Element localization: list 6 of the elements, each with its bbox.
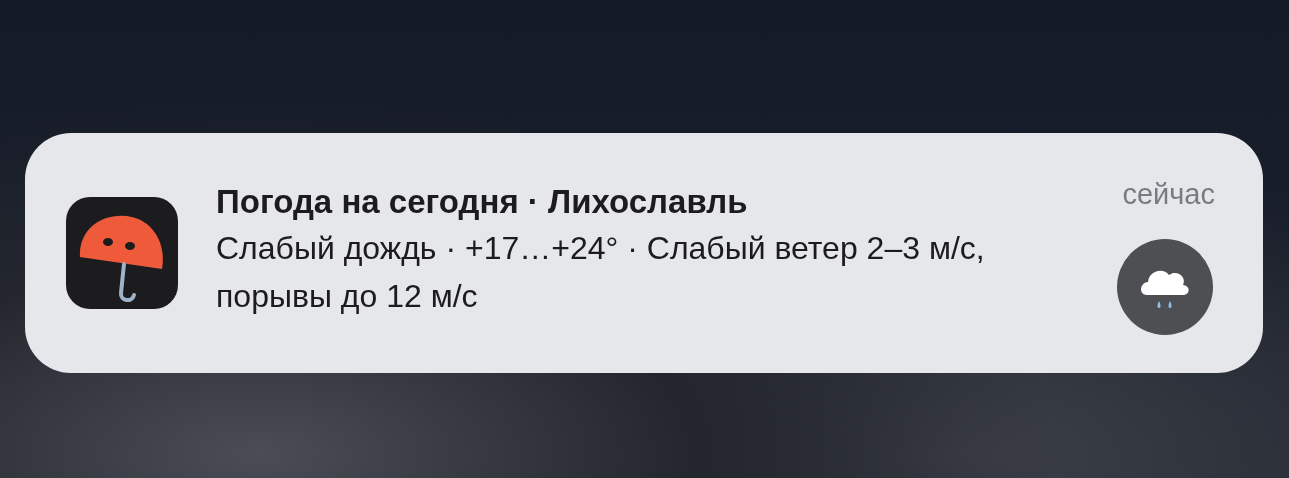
notification-body: Слабый дождь · +17…+24° · Слабый ветер 2–3 м/с, порывы до 12 м/с [216,229,986,316]
notification-title: Погода на сегодня · Лихославль [216,182,749,222]
rain-cloud-icon [1117,239,1213,335]
umbrella-app-icon [66,197,178,309]
notification-time: сейчас [1122,177,1215,211]
notification-card[interactable]: Погода на сегодня · Лихославль Слабый дождь · +17…+24° · Слабый ветер 2–3 м/с, порывы до 12 м/с сейчас [25,133,1263,373]
